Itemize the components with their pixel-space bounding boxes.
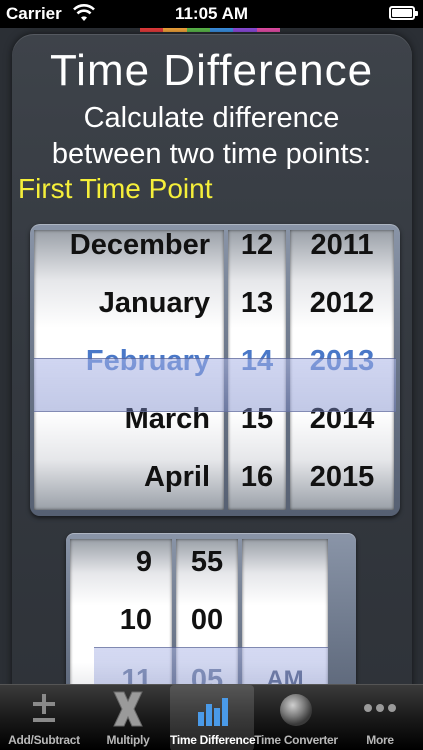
strip-blue xyxy=(209,28,234,32)
month-option[interactable]: March xyxy=(34,390,224,448)
tab-label: More xyxy=(366,733,394,747)
strip-purple xyxy=(233,28,257,32)
sphere-icon xyxy=(280,694,312,726)
year-option[interactable]: 2015 xyxy=(290,448,394,506)
minute-wheel[interactable]: 55 00 05 xyxy=(176,539,238,684)
ampm-wheel[interactable]: AM xyxy=(242,539,328,684)
minute-option-selected[interactable]: 05 xyxy=(176,651,238,684)
hour-option-selected[interactable]: 11 xyxy=(70,651,172,684)
time-picker: 9 10 11 55 00 05 AM xyxy=(66,533,356,684)
strip-pink xyxy=(256,28,280,32)
day-option[interactable]: 16 xyxy=(228,448,286,506)
minute-option[interactable]: 55 xyxy=(176,539,238,591)
tab-label: Time Difference xyxy=(170,733,256,747)
year-option[interactable]: 2014 xyxy=(290,390,394,448)
status-bar: Carrier 11:05 AM xyxy=(0,0,423,28)
multiply-icon xyxy=(113,691,143,727)
year-wheel[interactable]: 2011 2012 2013 2014 2015 xyxy=(290,230,394,510)
day-option[interactable]: 15 xyxy=(228,390,286,448)
day-wheel[interactable]: 12 13 14 15 16 xyxy=(228,230,286,510)
hour-wheel[interactable]: 9 10 11 xyxy=(70,539,172,684)
year-option-selected[interactable]: 2013 xyxy=(290,332,394,390)
battery-icon xyxy=(389,6,418,20)
minute-option[interactable]: 00 xyxy=(176,591,238,649)
more-dots-icon xyxy=(364,704,396,712)
tab-multiply[interactable]: Multiply xyxy=(86,685,170,750)
day-option-selected[interactable]: 14 xyxy=(228,332,286,390)
tab-bar: Add/Subtract Multiply Time Difference Ti… xyxy=(0,684,423,750)
tab-label: Multiply xyxy=(106,733,150,747)
year-option[interactable]: 2012 xyxy=(290,274,394,332)
main-view: Time Difference Calculate difference bet… xyxy=(0,28,423,684)
clock: 11:05 AM xyxy=(174,4,249,23)
day-option[interactable]: 12 xyxy=(228,230,286,274)
ampm-option-selected[interactable]: AM xyxy=(242,651,328,684)
bar-chart-icon xyxy=(198,698,228,726)
tab-label: Time Converter xyxy=(254,733,338,747)
page-subtitle: Calculate difference between two time po… xyxy=(0,100,423,172)
color-strip xyxy=(140,28,280,32)
tab-label: Add/Subtract xyxy=(8,733,80,747)
strip-green xyxy=(186,28,210,32)
month-option[interactable]: December xyxy=(34,230,224,274)
strip-orange xyxy=(163,28,187,32)
hour-option[interactable]: 10 xyxy=(70,591,172,649)
tab-more[interactable]: More xyxy=(338,685,422,750)
month-option-selected[interactable]: February xyxy=(34,332,224,390)
date-picker: December January February March April 12… xyxy=(30,224,400,516)
tab-time-difference[interactable]: Time Difference xyxy=(170,685,256,750)
section-heading: First Time Point xyxy=(18,173,213,204)
month-wheel[interactable]: December January February March April xyxy=(34,230,224,510)
tab-add-subtract[interactable]: Add/Subtract xyxy=(2,685,86,750)
strip-red xyxy=(140,28,164,32)
subtitle-line-2: between two time points: xyxy=(51,138,372,170)
page-title: Time Difference xyxy=(49,46,374,95)
year-option[interactable]: 2011 xyxy=(290,230,394,274)
month-option[interactable]: January xyxy=(34,274,224,332)
plus-minus-icon xyxy=(33,694,55,722)
hour-option[interactable]: 9 xyxy=(70,539,172,591)
day-option[interactable]: 13 xyxy=(228,274,286,332)
month-option[interactable]: April xyxy=(34,448,224,506)
tab-time-converter[interactable]: Time Converter xyxy=(254,685,338,750)
subtitle-line-1: Calculate difference xyxy=(83,102,340,134)
